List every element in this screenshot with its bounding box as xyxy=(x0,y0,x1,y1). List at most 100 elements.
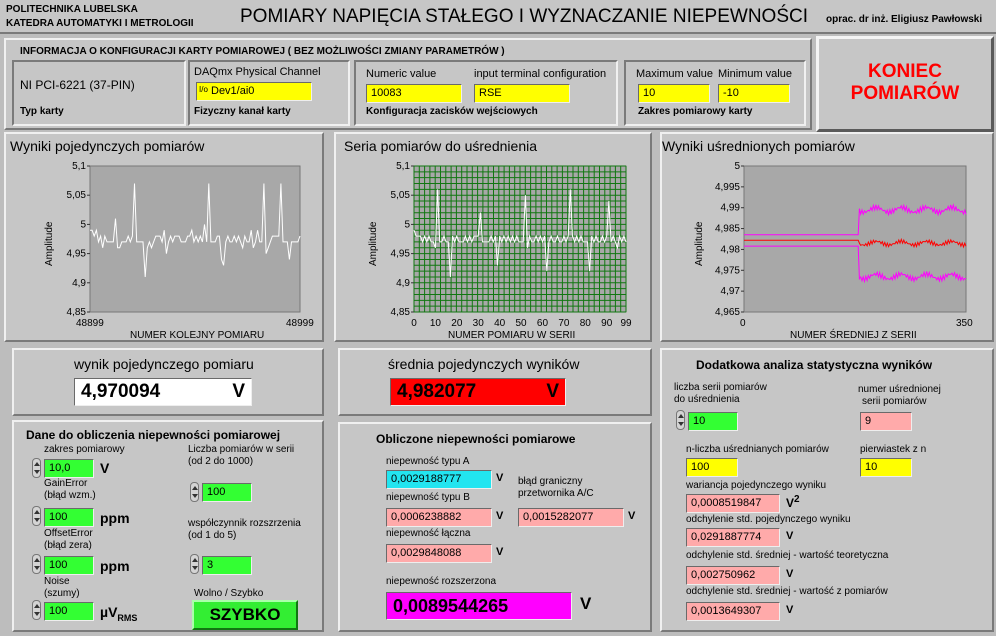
y-tick-label: 5,1 xyxy=(396,161,410,172)
channel-caption: Fizyczny kanał karty xyxy=(194,106,291,117)
y-tick-label: 4,97 xyxy=(721,286,741,297)
coef-label-2: (od 1 do 5) xyxy=(188,530,237,541)
gain-input[interactable]: 100 xyxy=(44,508,94,527)
averaged-chart-yticks: 5 4,995 4,99 4,985 4,98 4,975 4,97 4,965 xyxy=(715,161,744,318)
range-unit: V xyxy=(100,460,110,476)
end-button-line1: KONIEC xyxy=(868,61,942,82)
speed-label: Wolno / Szybko xyxy=(194,588,264,599)
count-spinner[interactable] xyxy=(190,482,199,502)
noise-spinner[interactable] xyxy=(32,600,41,620)
single-result-field: 4,970094 V xyxy=(74,378,252,406)
range-spinner[interactable] xyxy=(32,458,41,478)
single-chart-svg: 5,1 5,05 5 4,95 4,9 4,85 Amplitude 48899 4899… xyxy=(44,161,314,340)
input-heading: Dane do obliczenia niepewności pomiarowe… xyxy=(26,428,281,442)
university-name: POLITECHNIKA LUBELSKA xyxy=(6,4,138,15)
noise-label-1: Noise xyxy=(44,576,70,587)
std-single-label: odchylenie std. pojedynczego wyniku xyxy=(686,514,851,525)
y-tick-label: 4,965 xyxy=(715,307,740,318)
single-result-label: wynik pojedynczego pomiaru xyxy=(74,356,254,372)
single-chart-xmin: 48899 xyxy=(76,318,104,329)
x-tick-label: 60 xyxy=(537,318,549,329)
range-label: zakres pomiarowy xyxy=(44,444,125,455)
std-meas-unit: V xyxy=(786,604,794,616)
channel-value: Dev1/ai0 xyxy=(211,85,255,97)
offset-unit: ppm xyxy=(100,558,130,574)
channel-label: DAQmx Physical Channel xyxy=(194,66,321,78)
stats-heading: Dodatkowa analiza statystyczna wyników xyxy=(696,358,933,372)
channel-io-icon: I/o xyxy=(199,85,208,94)
series-count-label-1: liczba serii pomiarów xyxy=(674,382,767,393)
terminal-box: Numeric value 10083 input terminal confi… xyxy=(354,60,618,126)
input-data-panel: Dane do obliczenia niepewności pomiarowe… xyxy=(12,420,324,632)
numeric-label: Numeric value xyxy=(366,68,437,80)
series-chart-ylabel: Amplitude xyxy=(368,221,379,266)
typeB-field: 0,0006238882 xyxy=(386,508,492,527)
offset-spinner[interactable] xyxy=(32,554,41,574)
range-input[interactable]: 10,0 xyxy=(44,459,94,478)
y-tick-label: 4,98 xyxy=(721,244,741,255)
y-tick-label: 4,985 xyxy=(715,224,740,235)
offset-input[interactable]: 100 xyxy=(44,556,94,575)
std-meas-label: odchylenie std. średniej - wartość z pom… xyxy=(686,586,888,597)
card-name: NI PCI-6221 (37-PIN) xyxy=(20,78,135,92)
typeA-label: niepewność typu A xyxy=(386,456,470,467)
avg-index-label-2: serii pomiarów xyxy=(862,396,927,407)
config-heading: INFORMACJA O KONFIGURACJI KARTY POMIAROW… xyxy=(20,46,505,57)
single-result-panel: wynik pojedynczego pomiaru 4,970094 V xyxy=(12,348,324,416)
averaged-chart-title: Wyniki uśrednionych pomiarów xyxy=(662,138,855,154)
count-input[interactable]: 100 xyxy=(202,483,252,502)
series-chart-panel: Seria pomiarów do uśrednienia 5,1 5,05 5 4,… xyxy=(334,132,652,342)
single-chart-xlabel: NUMER KOLEJNY POMIARU xyxy=(130,330,264,340)
noise-unit-main: µV xyxy=(100,604,118,620)
end-measurements-button[interactable]: KONIEC POMIARÓW xyxy=(816,36,994,132)
typeB-unit: V xyxy=(496,510,504,522)
typeA-unit: V xyxy=(496,472,504,484)
department-name: KATEDRA AUTOMATYKI I METROLOGII xyxy=(6,18,194,29)
y-tick-label: 5 xyxy=(734,161,740,172)
series-count-label-2: do uśrednienia xyxy=(674,394,740,405)
terminal-label: input terminal configuration xyxy=(474,68,607,80)
y-tick-label: 5,05 xyxy=(67,190,87,201)
range-box: Maximum value 10 Minimum value -10 Zakre… xyxy=(624,60,806,126)
speed-toggle-button[interactable]: SZYBKO xyxy=(192,600,298,630)
page-title: POMIARY NAPIĘCIA STAŁEGO I WYZNACZANIE N… xyxy=(240,6,808,27)
average-result-value: 4,982077 xyxy=(397,381,477,402)
x-tick-label: 80 xyxy=(580,318,592,329)
uncertainty-panel: Obliczone niepewności pomiarowe niepewno… xyxy=(338,422,652,632)
single-chart-xmax: 48999 xyxy=(286,318,314,329)
gain-unit: ppm xyxy=(100,510,130,526)
series-count-spinner[interactable] xyxy=(676,410,685,430)
typeB-label: niepewność typu B xyxy=(386,492,470,503)
coef-spinner[interactable] xyxy=(190,554,199,574)
average-result-panel: średnia pojedynczych wyników 4,982077 V xyxy=(338,348,652,416)
gain-spinner[interactable] xyxy=(32,506,41,526)
variance-unit-main: V xyxy=(786,496,795,510)
n-label: n-liczba uśrednianych pomiarów xyxy=(686,444,829,455)
gain-label-1: GainError xyxy=(44,478,88,489)
noise-input[interactable]: 100 xyxy=(44,602,94,621)
stats-panel: Dodatkowa analiza statystyczna wyników l… xyxy=(660,348,994,632)
series-chart-xlabel: NUMER POMIARU W SERII xyxy=(448,330,575,340)
noise-unit-sub: RMS xyxy=(117,612,138,623)
single-chart-ylabel: Amplitude xyxy=(44,221,55,266)
config-panel: INFORMACJA O KONFIGURACJI KARTY POMIAROW… xyxy=(4,38,812,130)
y-tick-label: 4,95 xyxy=(67,249,87,260)
coef-input[interactable]: 3 xyxy=(202,556,252,575)
adc-label-1: błąd graniczny xyxy=(518,476,583,487)
series-chart-svg: 5,1 5,05 5 4,95 4,9 4,85 0 10 20 30 40 50 60 70 80 90 9… xyxy=(368,161,632,340)
sqrt-field: 10 xyxy=(860,458,912,477)
std-theor-unit: V xyxy=(786,568,794,580)
average-result-label: średnia pojedynczych wyników xyxy=(388,356,580,372)
y-tick-label: 4,99 xyxy=(721,203,741,214)
count-label-2: (od 2 do 1000) xyxy=(188,456,254,467)
y-tick-label: 4,85 xyxy=(67,307,87,318)
y-tick-label: 4,975 xyxy=(715,265,740,276)
max-label: Maximum value xyxy=(636,68,714,80)
single-result-unit: V xyxy=(232,381,245,402)
y-tick-label: 5 xyxy=(80,219,86,230)
averaged-chart-xmax: 350 xyxy=(956,318,973,329)
series-count-input[interactable]: 10 xyxy=(688,412,738,431)
gain-label-2: (błąd wzm.) xyxy=(44,490,96,501)
series-chart-title: Seria pomiarów do uśrednienia xyxy=(344,138,537,154)
y-tick-label: 5 xyxy=(404,219,410,230)
